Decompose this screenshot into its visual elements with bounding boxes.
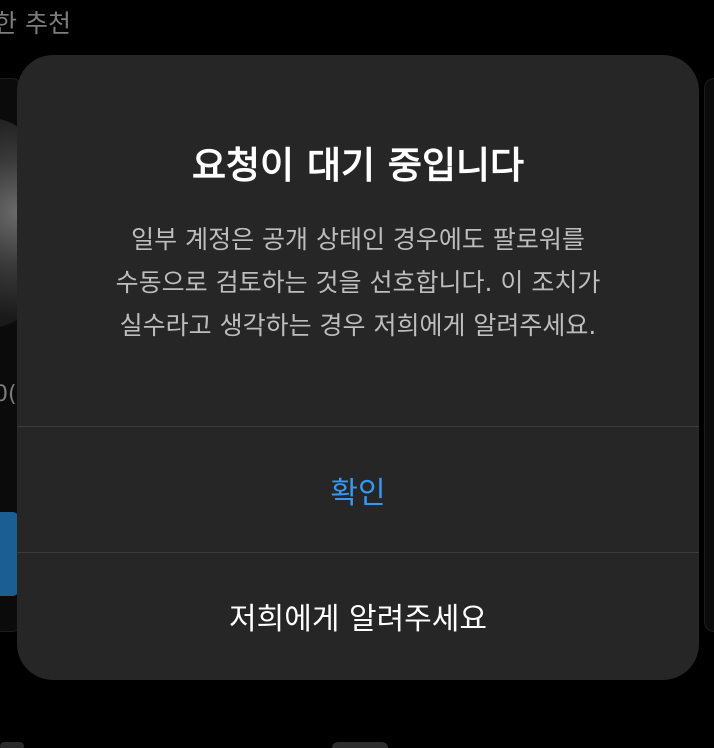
confirm-button[interactable]: 확인 <box>17 427 699 552</box>
report-button[interactable]: 저희에게 알려주세요 <box>17 553 699 679</box>
dialog-message-line: 실수라고 생각하는 경우 저희에게 알려주세요. <box>119 311 597 340</box>
dialog-message-line: 일부 계정은 공개 상태인 경우에도 팔로워를 <box>131 225 585 254</box>
background-count-text: 0( <box>0 382 17 407</box>
dialog-message: 일부 계정은 공개 상태인 경우에도 팔로워를수동으로 검토하는 것을 선호합니… <box>77 218 639 347</box>
background-nav-item <box>0 742 24 748</box>
dialog-title: 요청이 대기 중입니다 <box>191 144 525 187</box>
request-pending-dialog: 요청이 대기 중입니다 일부 계정은 공개 상태인 경우에도 팔로워를수동으로 … <box>17 55 699 680</box>
dialog-message-line: 수동으로 검토하는 것을 선호합니다. 이 조치가 <box>115 268 601 297</box>
background-nav-item <box>332 742 388 748</box>
background-section-heading: 한 추천 <box>0 9 71 38</box>
screen: 한 추천 0( 요청이 대기 중입니다 일부 계정은 공개 상태인 경우에도 팔… <box>0 0 714 748</box>
background-next-card <box>704 78 714 632</box>
